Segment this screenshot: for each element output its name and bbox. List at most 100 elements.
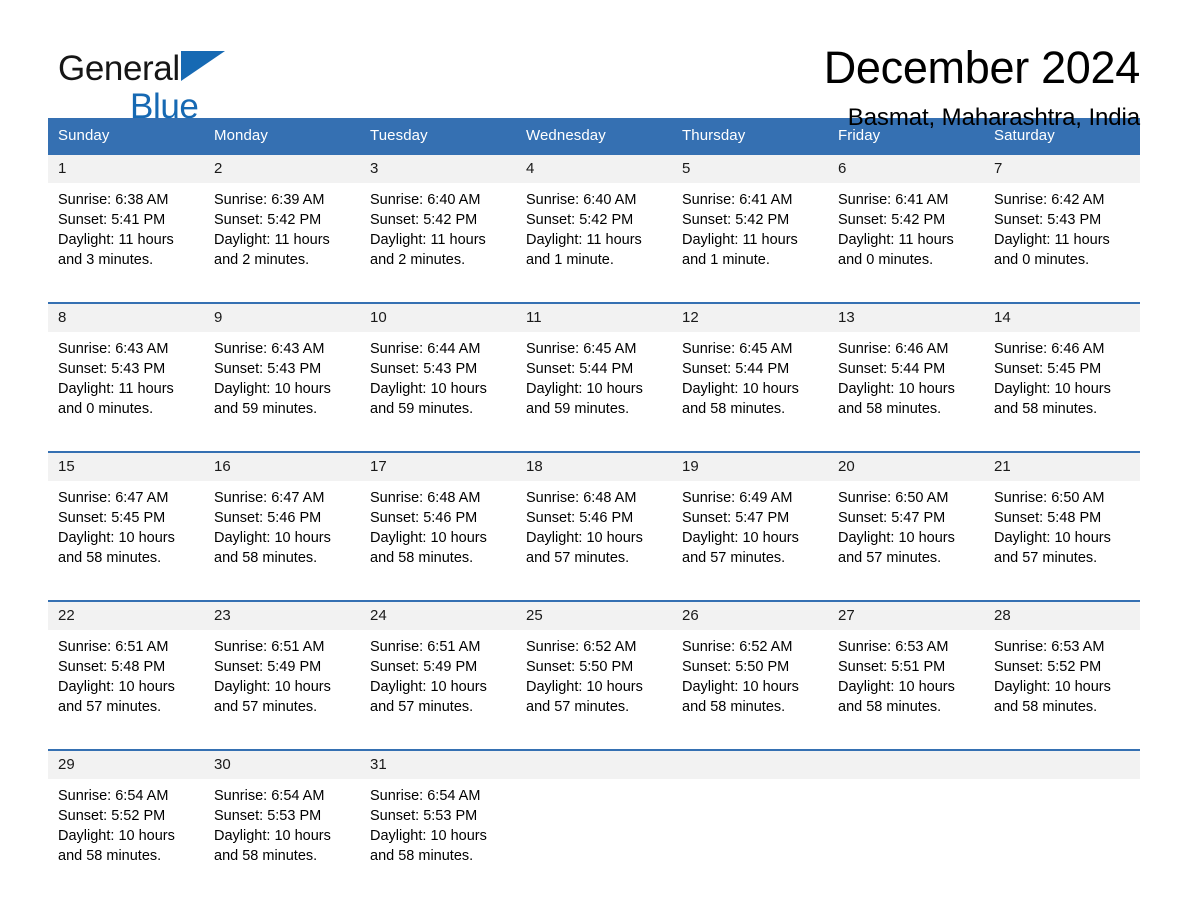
day-number[interactable]: 5 [672,153,828,183]
day-number[interactable]: 10 [360,302,516,332]
daylight-text-line1: Daylight: 10 hours [214,828,331,844]
day-cell[interactable]: Sunrise: 6:42 AM Sunset: 5:43 PM Dayligh… [984,183,1140,288]
week-1-daynumbers: 1 2 3 4 5 6 7 [48,153,1140,183]
day-cell[interactable]: Sunrise: 6:51 AM Sunset: 5:49 PM Dayligh… [204,630,360,735]
sunset-text: Sunset: 5:53 PM [370,808,478,824]
page-title: December 2024 [823,42,1141,93]
day-cell[interactable]: Sunrise: 6:54 AM Sunset: 5:53 PM Dayligh… [204,779,360,884]
week-5-details: Sunrise: 6:54 AM Sunset: 5:52 PM Dayligh… [48,779,1140,884]
day-cell[interactable]: Sunrise: 6:48 AM Sunset: 5:46 PM Dayligh… [360,481,516,586]
day-cell[interactable]: Sunrise: 6:39 AM Sunset: 5:42 PM Dayligh… [204,183,360,288]
logo-line-one: General [58,48,318,90]
daylight-text-line1: Daylight: 11 hours [58,232,174,248]
day-cell-empty [672,779,828,884]
triangle-icon [180,51,225,81]
day-number[interactable]: 22 [48,600,204,630]
day-number[interactable]: 21 [984,451,1140,481]
week-separator [48,735,1140,750]
sunrise-text: Sunrise: 6:38 AM [58,192,169,208]
daylight-text-line2: and 59 minutes. [370,401,474,417]
day-cell[interactable]: Sunrise: 6:50 AM Sunset: 5:47 PM Dayligh… [828,481,984,586]
sunset-text: Sunset: 5:42 PM [214,212,322,228]
sunrise-text: Sunrise: 6:41 AM [682,192,793,208]
day-cell[interactable]: Sunrise: 6:46 AM Sunset: 5:44 PM Dayligh… [828,332,984,437]
day-cell[interactable]: Sunrise: 6:50 AM Sunset: 5:48 PM Dayligh… [984,481,1140,586]
day-cell[interactable]: Sunrise: 6:54 AM Sunset: 5:53 PM Dayligh… [360,779,516,884]
day-number[interactable]: 26 [672,600,828,630]
day-cell[interactable]: Sunrise: 6:52 AM Sunset: 5:50 PM Dayligh… [672,630,828,735]
weekday-header-tuesday: Tuesday [360,118,516,154]
day-cell[interactable]: Sunrise: 6:43 AM Sunset: 5:43 PM Dayligh… [204,332,360,437]
daylight-text-line2: and 57 minutes. [526,699,630,715]
day-cell[interactable]: Sunrise: 6:47 AM Sunset: 5:45 PM Dayligh… [48,481,204,586]
day-number[interactable]: 20 [828,451,984,481]
day-cell[interactable]: Sunrise: 6:54 AM Sunset: 5:52 PM Dayligh… [48,779,204,884]
day-number[interactable]: 3 [360,153,516,183]
day-number[interactable]: 19 [672,451,828,481]
day-cell[interactable]: Sunrise: 6:41 AM Sunset: 5:42 PM Dayligh… [828,183,984,288]
day-number[interactable]: 2 [204,153,360,183]
day-cell[interactable]: Sunrise: 6:44 AM Sunset: 5:43 PM Dayligh… [360,332,516,437]
day-cell[interactable]: Sunrise: 6:41 AM Sunset: 5:42 PM Dayligh… [672,183,828,288]
day-cell[interactable]: Sunrise: 6:47 AM Sunset: 5:46 PM Dayligh… [204,481,360,586]
day-number[interactable]: 29 [48,749,204,779]
day-cell[interactable]: Sunrise: 6:51 AM Sunset: 5:49 PM Dayligh… [360,630,516,735]
day-number[interactable]: 14 [984,302,1140,332]
day-number[interactable]: 24 [360,600,516,630]
day-number[interactable]: 1 [48,153,204,183]
day-cell[interactable]: Sunrise: 6:40 AM Sunset: 5:42 PM Dayligh… [360,183,516,288]
day-cell[interactable]: Sunrise: 6:48 AM Sunset: 5:46 PM Dayligh… [516,481,672,586]
day-number[interactable]: 27 [828,600,984,630]
day-cell[interactable]: Sunrise: 6:45 AM Sunset: 5:44 PM Dayligh… [672,332,828,437]
day-number[interactable]: 30 [204,749,360,779]
daylight-text-line1: Daylight: 10 hours [682,530,799,546]
day-cell[interactable]: Sunrise: 6:51 AM Sunset: 5:48 PM Dayligh… [48,630,204,735]
sunset-text: Sunset: 5:52 PM [994,659,1102,675]
sunrise-text: Sunrise: 6:51 AM [214,639,325,655]
daylight-text-line1: Daylight: 10 hours [370,828,487,844]
day-cell[interactable]: Sunrise: 6:49 AM Sunset: 5:47 PM Dayligh… [672,481,828,586]
day-number[interactable]: 6 [828,153,984,183]
day-number[interactable]: 4 [516,153,672,183]
daylight-text-line1: Daylight: 10 hours [58,679,175,695]
day-number[interactable]: 25 [516,600,672,630]
day-number[interactable]: 16 [204,451,360,481]
day-cell[interactable]: Sunrise: 6:45 AM Sunset: 5:44 PM Dayligh… [516,332,672,437]
sunset-text: Sunset: 5:42 PM [838,212,946,228]
day-cell[interactable]: Sunrise: 6:46 AM Sunset: 5:45 PM Dayligh… [984,332,1140,437]
day-cell[interactable]: Sunrise: 6:40 AM Sunset: 5:42 PM Dayligh… [516,183,672,288]
day-number[interactable]: 12 [672,302,828,332]
day-cell[interactable]: Sunrise: 6:38 AM Sunset: 5:41 PM Dayligh… [48,183,204,288]
day-number[interactable]: 11 [516,302,672,332]
day-number[interactable]: 23 [204,600,360,630]
daylight-text-line2: and 57 minutes. [682,550,786,566]
sunset-text: Sunset: 5:42 PM [370,212,478,228]
day-cell[interactable]: Sunrise: 6:53 AM Sunset: 5:52 PM Dayligh… [984,630,1140,735]
day-number[interactable]: 9 [204,302,360,332]
sunrise-text: Sunrise: 6:53 AM [994,639,1105,655]
day-number[interactable]: 13 [828,302,984,332]
logo-text-blue: Blue [130,87,199,126]
sunrise-text: Sunrise: 6:46 AM [838,341,949,357]
week-2-details: Sunrise: 6:43 AM Sunset: 5:43 PM Dayligh… [48,332,1140,437]
day-number[interactable]: 15 [48,451,204,481]
daylight-text-line1: Daylight: 10 hours [682,381,799,397]
sunset-text: Sunset: 5:46 PM [526,510,634,526]
generalblue-logo[interactable]: General Blue [58,48,318,128]
daylight-text-line2: and 59 minutes. [214,401,318,417]
week-4-details: Sunrise: 6:51 AM Sunset: 5:48 PM Dayligh… [48,630,1140,735]
day-cell[interactable]: Sunrise: 6:43 AM Sunset: 5:43 PM Dayligh… [48,332,204,437]
day-number-empty [516,749,672,779]
day-number[interactable]: 18 [516,451,672,481]
logo-line-two: Blue [58,87,318,127]
day-cell[interactable]: Sunrise: 6:53 AM Sunset: 5:51 PM Dayligh… [828,630,984,735]
day-number[interactable]: 28 [984,600,1140,630]
sunrise-text: Sunrise: 6:52 AM [682,639,793,655]
day-cell[interactable]: Sunrise: 6:52 AM Sunset: 5:50 PM Dayligh… [516,630,672,735]
day-number[interactable]: 8 [48,302,204,332]
sunrise-text: Sunrise: 6:50 AM [838,490,949,506]
week-3-details: Sunrise: 6:47 AM Sunset: 5:45 PM Dayligh… [48,481,1140,586]
day-number[interactable]: 7 [984,153,1140,183]
day-number[interactable]: 31 [360,749,516,779]
day-number[interactable]: 17 [360,451,516,481]
